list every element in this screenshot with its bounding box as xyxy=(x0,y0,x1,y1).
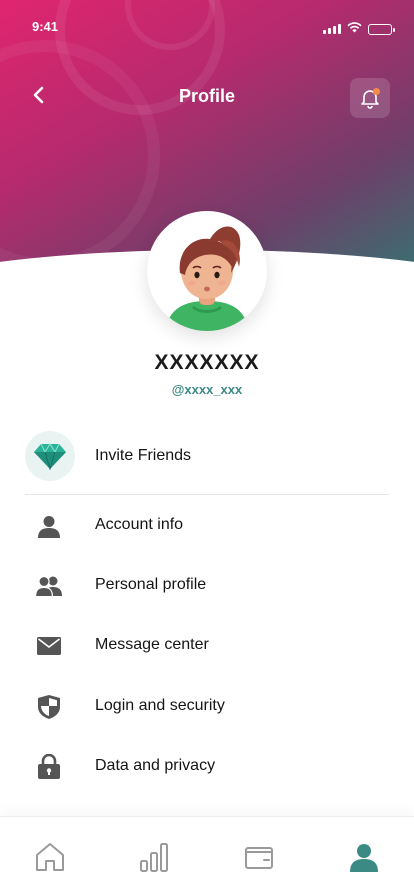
menu-item-label: Account info xyxy=(95,516,184,533)
home-icon xyxy=(36,843,64,871)
battery-icon xyxy=(368,23,395,35)
users-icon xyxy=(35,573,63,599)
menu-item-data-privacy[interactable]: Data and privacy xyxy=(25,741,389,791)
menu-item-personal-profile[interactable]: Personal profile xyxy=(25,560,389,610)
status-bar: 9:41 xyxy=(0,0,414,50)
wallet-icon xyxy=(245,847,273,869)
status-time: 9:41 xyxy=(32,19,59,34)
gem-icon-badge xyxy=(25,431,75,481)
tab-home[interactable] xyxy=(30,839,70,875)
shield-icon xyxy=(35,694,63,720)
menu-item-account-info[interactable]: Account info xyxy=(25,500,389,550)
menu-item-message-center[interactable]: Message center xyxy=(25,620,389,670)
gem-icon xyxy=(34,443,66,470)
user-icon xyxy=(350,844,378,872)
wifi-icon xyxy=(347,20,362,38)
invite-friends-item[interactable]: Invite Friends xyxy=(25,431,389,495)
menu-item-label: Personal profile xyxy=(95,576,207,593)
notifications-button[interactable] xyxy=(350,78,390,118)
menu-item-label: Data and privacy xyxy=(95,757,216,774)
profile-handle: @xxxx_xxx xyxy=(171,382,243,397)
invite-friends-label: Invite Friends xyxy=(95,447,192,464)
avatar[interactable] xyxy=(147,211,267,331)
avatar-illustration xyxy=(165,226,249,331)
cellular-signal-icon xyxy=(323,24,341,34)
menu-item-label: Login and security xyxy=(95,697,225,714)
menu-item-login-security[interactable]: Login and security xyxy=(25,681,389,731)
tab-profile[interactable] xyxy=(344,839,384,875)
tab-stats[interactable] xyxy=(134,839,174,875)
notification-dot xyxy=(373,88,380,95)
profile-name: XXXXXXX xyxy=(154,351,260,374)
bar-chart-icon xyxy=(140,843,168,872)
status-icons xyxy=(323,20,395,38)
lock-icon xyxy=(35,754,63,780)
user-icon xyxy=(35,513,63,539)
menu-item-label: Message center xyxy=(95,636,209,653)
envelope-icon xyxy=(35,633,63,659)
tab-wallet[interactable] xyxy=(239,839,279,875)
bottom-tab-bar xyxy=(0,816,414,896)
